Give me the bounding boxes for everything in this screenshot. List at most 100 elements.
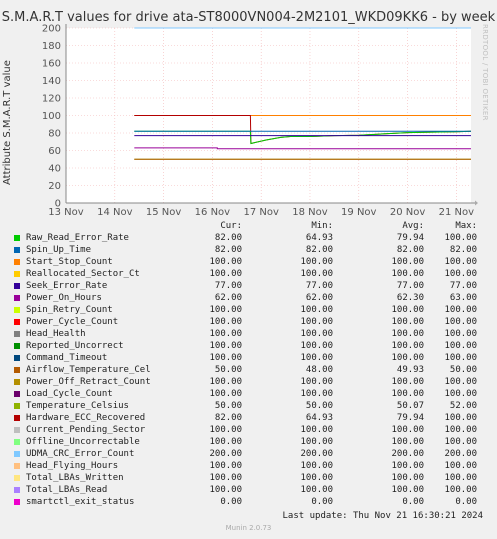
legend-max: 50.00 (449, 365, 477, 375)
last-update: Last update: Thu Nov 21 16:30:21 2024 (282, 511, 483, 521)
legend-row: Current_Pending_Sector 100.00 100.00 100.00… (0, 425, 497, 437)
x-axis-arrow (475, 200, 478, 206)
legend-avg: 100.00 (391, 485, 424, 495)
legend-cur: 100.00 (209, 269, 242, 279)
legend-row: Total_LBAs_Read 100.00 100.00 100.00 100.00 (0, 485, 497, 497)
legend-name: Power_Cycle_Count (26, 317, 119, 327)
legend-row: Seek_Error_Rate 77.00 77.00 77.00 77.00 (0, 281, 497, 293)
legend-avg: 100.00 (391, 377, 424, 387)
legend-avg: 62.30 (396, 293, 424, 303)
legend-max: 100.00 (444, 269, 477, 279)
legend-row: Start_Stop_Count 100.00 100.00 100.00 100.00 (0, 257, 497, 269)
legend-min: 82.00 (305, 245, 333, 255)
legend-min: 100.00 (300, 437, 333, 447)
legend-avg: 100.00 (391, 389, 424, 399)
legend-name: Command_Timeout (26, 353, 108, 363)
legend-min: 100.00 (300, 317, 333, 327)
legend-min: 100.00 (300, 329, 333, 339)
legend-row: Temperature_Celsius 50.00 50.00 50.07 52.00 (0, 401, 497, 413)
legend-cur: 100.00 (209, 329, 242, 339)
chart-plot: 020406080100120140160180200 13 Nov 14 Nov… (42, 24, 478, 218)
x-tick-label: 18 Nov (292, 207, 328, 218)
legend-cur: 100.00 (209, 257, 242, 267)
legend-row: Power_Off_Retract_Count 100.00 100.00 100.0… (0, 377, 497, 389)
y-tick-label: 80 (48, 129, 61, 140)
legend-name: Raw_Read_Error_Rate (26, 233, 129, 243)
legend-name: Load_Cycle_Count (26, 389, 113, 399)
x-tick-label: 13 Nov (48, 207, 84, 218)
legend-max: 52.00 (449, 401, 477, 411)
legend-swatch (14, 475, 20, 481)
legend-cur: 200.00 (209, 449, 242, 459)
y-tick-label: 20 (48, 181, 61, 192)
x-tick-label: 16 Nov (195, 207, 231, 218)
legend-max: 100.00 (444, 473, 477, 483)
legend-swatch (14, 463, 20, 469)
y-tick-label: 180 (42, 41, 61, 52)
legend-avg: 100.00 (391, 461, 424, 471)
legend-avg: 100.00 (391, 329, 424, 339)
x-tick-label: 20 Nov (390, 207, 426, 218)
legend-cur: 77.00 (214, 281, 242, 291)
cur-header: Cur: (220, 221, 242, 231)
legend-max: 77.00 (449, 281, 477, 291)
legend-min: 100.00 (300, 341, 333, 351)
legend-min: 64.93 (305, 413, 333, 423)
legend-name: Total_LBAs_Written (26, 473, 124, 483)
legend-swatch (14, 331, 20, 337)
legend-cur: 82.00 (214, 413, 242, 423)
legend-avg: 82.00 (396, 245, 424, 255)
legend-row: UDMA_CRC_Error_Count 200.00 200.00 200.00 20… (0, 449, 497, 461)
legend-min: 64.93 (305, 233, 333, 243)
y-tick-label: 100 (42, 111, 61, 122)
legend-swatch (14, 283, 20, 289)
legend-cur: 100.00 (209, 377, 242, 387)
x-tick-label: 17 Nov (243, 207, 279, 218)
legend-name: Hardware_ECC_Recovered (26, 413, 146, 423)
legend-avg: 79.94 (396, 233, 424, 243)
legend-name: Airflow_Temperature_Cel (26, 365, 151, 375)
legend-min: 100.00 (300, 377, 333, 387)
y-tick-label: 160 (42, 59, 61, 70)
legend-name: Offline_Uncorrectable (26, 437, 140, 447)
legend-min: 100.00 (300, 389, 333, 399)
legend-avg: 200.00 (391, 449, 424, 459)
legend-swatch (14, 295, 20, 301)
legend-name: Reported_Uncorrect (26, 341, 124, 351)
legend-name: Total_LBAs_Read (26, 485, 108, 495)
x-tick-label: 19 Nov (341, 207, 377, 218)
x-tick-label: 21 Nov (439, 207, 475, 218)
legend-min: 0.00 (311, 497, 333, 507)
legend-cur: 100.00 (209, 341, 242, 351)
legend-name: Power_Off_Retract_Count (26, 377, 151, 387)
legend-max: 100.00 (444, 413, 477, 423)
y-tick-label: 120 (42, 94, 61, 105)
legend-header: Cur: Min: Avg: Max: (0, 221, 497, 233)
legend-max: 100.00 (444, 341, 477, 351)
legend-max: 100.00 (444, 233, 477, 243)
legend-row: Offline_Uncorrectable 100.00 100.00 100.00 1… (0, 437, 497, 449)
x-tick-label: 15 Nov (146, 207, 182, 218)
legend-swatch (14, 403, 20, 409)
legend-cur: 100.00 (209, 425, 242, 435)
legend-avg: 49.93 (396, 365, 424, 375)
legend-name: Start_Stop_Count (26, 257, 113, 267)
legend-swatch (14, 499, 20, 505)
legend-row: Head_Health 100.00 100.00 100.00 100.00 (0, 329, 497, 341)
legend-cur: 100.00 (209, 389, 242, 399)
legend-avg: 0.00 (402, 497, 424, 507)
legend-swatch (14, 235, 20, 241)
legend-swatch (14, 487, 20, 493)
legend-min: 100.00 (300, 473, 333, 483)
legend-avg: 50.07 (396, 401, 424, 411)
legend-cur: 50.00 (214, 365, 242, 375)
legend-max: 100.00 (444, 377, 477, 387)
legend-min: 100.00 (300, 305, 333, 315)
y-tick-label: 140 (42, 76, 61, 87)
y-tick-label: 60 (48, 146, 61, 157)
legend-min: 100.00 (300, 485, 333, 495)
legend-swatch (14, 451, 20, 457)
legend-name: Temperature_Celsius (26, 401, 129, 411)
munin-version: Munin 2.0.73 (225, 524, 272, 532)
legend-swatch (14, 343, 20, 349)
